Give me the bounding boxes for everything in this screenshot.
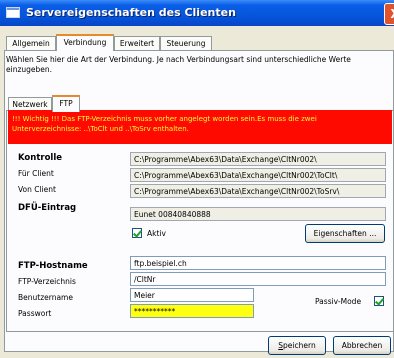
- von-client-label: Von Client: [18, 185, 56, 194]
- aktiv-checkbox[interactable]: [132, 228, 142, 238]
- passwort-label: Passwort: [18, 309, 52, 318]
- speichern-label: peichern: [283, 341, 316, 350]
- ftp-hostname-input[interactable]: ftp.beispiel.ch: [130, 256, 386, 270]
- fuer-client-label: Für Client: [18, 169, 54, 178]
- speichern-button[interactable]: Speichern: [268, 336, 326, 355]
- dfue-entry-field[interactable]: Eunet 00840840888: [130, 207, 386, 221]
- ftp-warning-banner: !!! Wichtig !!! Das FTP-Verzeichnis muss…: [8, 110, 392, 144]
- passwort-input[interactable]: ***********: [130, 304, 254, 318]
- title-bar: Servereigenschaften des Clienten X: [0, 0, 394, 26]
- abbrechen-button[interactable]: Abbrechen: [333, 336, 391, 355]
- ftp-verzeichnis-label: FTP-Verzeichnis: [18, 277, 76, 286]
- tab-steuerung[interactable]: Steuerung: [160, 36, 212, 51]
- dfue-label: DFÜ-Eintrag: [18, 203, 77, 213]
- tab-verbindung[interactable]: Verbindung: [56, 34, 114, 51]
- tab-allgemein[interactable]: Allgemein: [6, 36, 56, 51]
- close-button[interactable]: X: [384, 3, 394, 25]
- aktiv-label: Aktiv: [147, 229, 166, 238]
- kontrolle-path-field: C:\Programme\Abex63\Data\Exchange\CltNr0…: [130, 152, 386, 166]
- ftp-verzeichnis-input[interactable]: /CltNr: [130, 272, 386, 286]
- passiv-mode-label: Passiv-Mode: [315, 297, 362, 306]
- subtab-ftp[interactable]: FTP: [52, 95, 80, 112]
- von-client-path-field: C:\Programme\Abex63\Data\Exchange\CltNr0…: [130, 184, 386, 198]
- benutzername-label: Benutzername: [18, 293, 73, 302]
- benutzername-input[interactable]: Meier: [130, 288, 254, 302]
- ftp-hostname-label: FTP-Hostname: [18, 261, 88, 271]
- fuer-client-path-field: C:\Programme\Abex63\Data\Exchange\CltNr0…: [130, 168, 386, 182]
- kontrolle-label: Kontrolle: [18, 153, 63, 163]
- tab-erweitert[interactable]: Erweitert: [114, 36, 160, 51]
- window-title: Servereigenschaften des Clienten: [26, 6, 236, 19]
- passiv-mode-checkbox[interactable]: [374, 296, 384, 306]
- eigenschaften-button[interactable]: Eigenschaften ...: [305, 224, 385, 243]
- info-text: Wählen Sie hier die Art der Verbindung. …: [6, 55, 351, 74]
- window-icon: [6, 7, 20, 18]
